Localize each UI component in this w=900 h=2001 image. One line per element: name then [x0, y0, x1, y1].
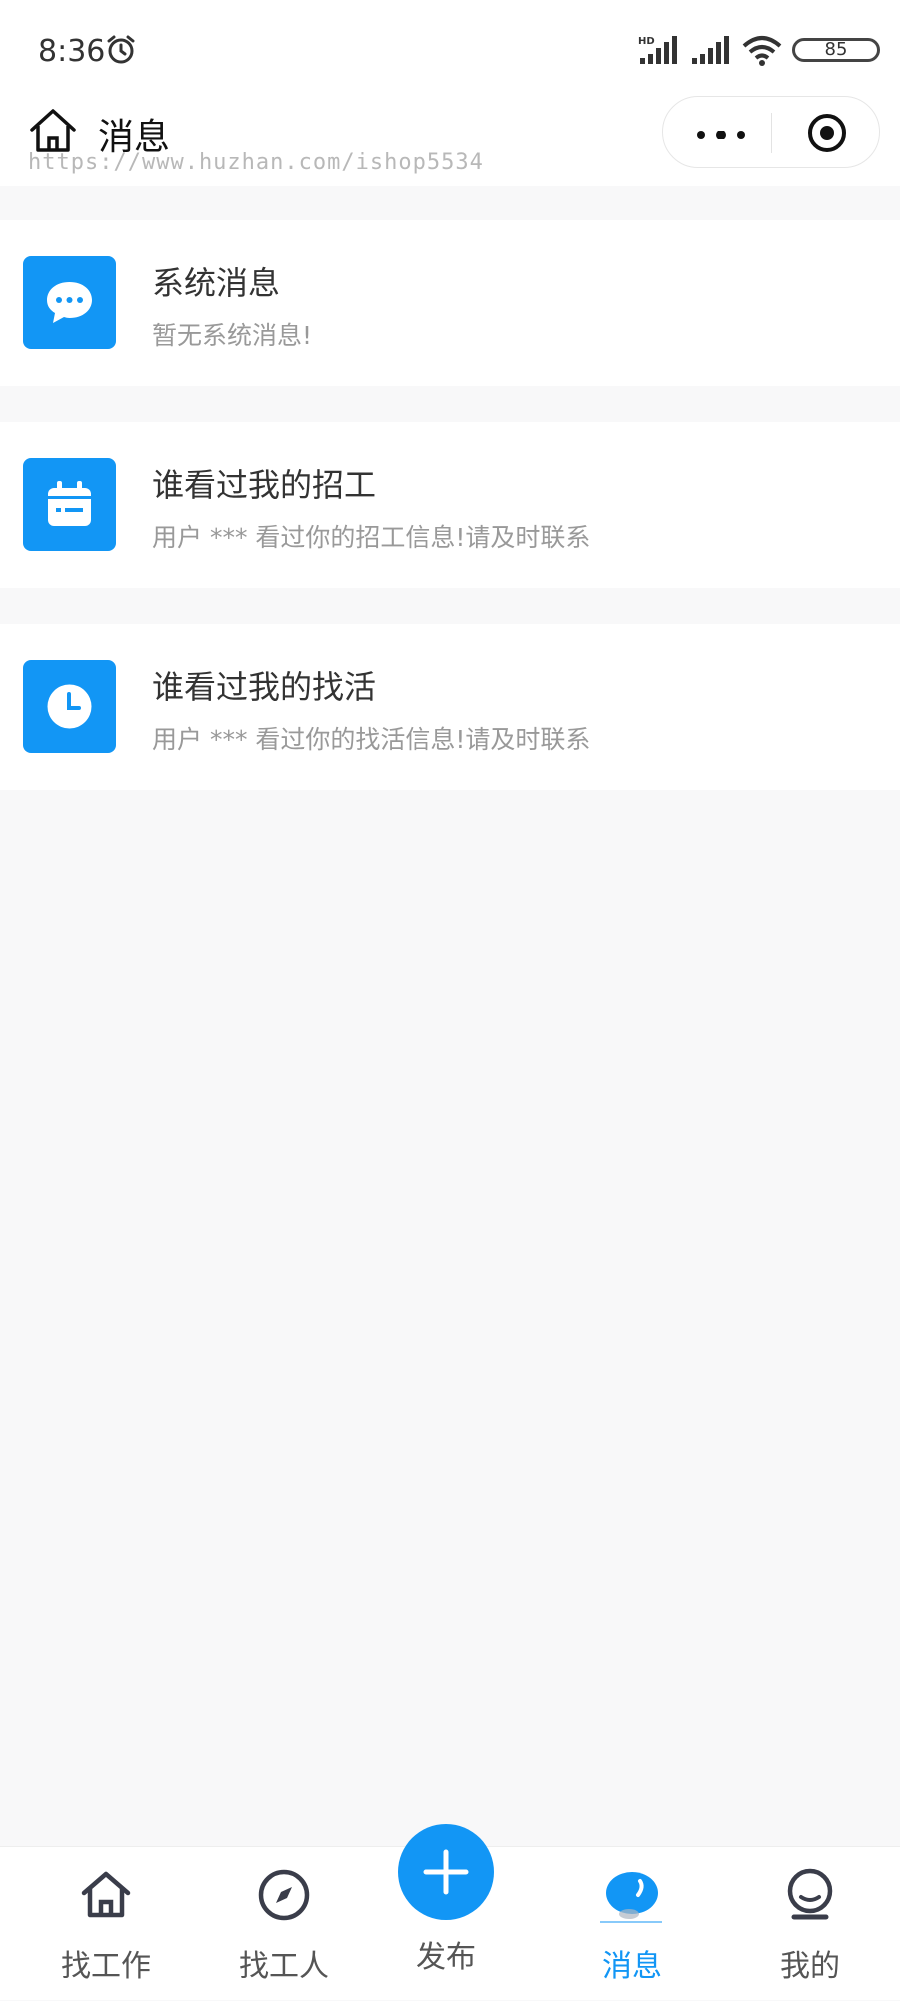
- tab-mine[interactable]: 我的: [740, 1847, 880, 2001]
- message-subtitle: 暂无系统消息!: [152, 321, 313, 350]
- battery-indicator: 85: [792, 38, 880, 62]
- tab-find-worker[interactable]: 找工人: [214, 1847, 354, 2001]
- cellular-signal-icon: [692, 36, 729, 64]
- chat-bubble-icon: [47, 282, 92, 323]
- message-icon-tile: [23, 458, 116, 551]
- message-item-work-views[interactable]: 谁看过我的找活 用户 *** 看过你的找活信息!请及时联系: [0, 624, 900, 790]
- message-subtitle: 用户 *** 看过你的招工信息!请及时联系: [152, 523, 591, 552]
- tab-label: 消息: [602, 1949, 662, 1984]
- calendar-icon: [48, 481, 91, 526]
- status-bar: 8:36 HD 85: [0, 0, 900, 96]
- active-tab-indicator: [600, 1921, 662, 1923]
- user-avatar-icon: [787, 1868, 833, 1920]
- cellular-signal-hd-icon: HD: [638, 36, 677, 64]
- close-target-icon[interactable]: [807, 113, 847, 153]
- compass-icon: [258, 1869, 310, 1921]
- message-item-job-views[interactable]: 谁看过我的招工 用户 *** 看过你的招工信息!请及时联系: [0, 422, 900, 588]
- plus-icon: [423, 1849, 469, 1895]
- tab-label: 找工作: [61, 1949, 151, 1984]
- svg-text:HD: HD: [638, 36, 655, 47]
- message-icon-tile: [23, 660, 116, 753]
- alarm-clock-icon: [107, 35, 135, 64]
- wifi-icon: [742, 36, 782, 66]
- miniapp-capsule: [662, 96, 880, 168]
- home-nav-icon[interactable]: [28, 106, 78, 156]
- message-icon-tile: [23, 256, 116, 349]
- capsule-divider: [771, 113, 772, 153]
- message-item-system[interactable]: 系统消息 暂无系统消息!: [0, 220, 900, 386]
- tab-find-job[interactable]: 找工作: [36, 1847, 176, 2001]
- tab-messages[interactable]: 消息: [562, 1847, 702, 2001]
- tab-label: 我的: [780, 1949, 840, 1984]
- message-title: 系统消息: [152, 264, 281, 302]
- publish-button[interactable]: [398, 1824, 494, 1920]
- watermark-url: https://www.huzhan.com/ishop5534: [28, 150, 484, 175]
- message-bubble-icon: [606, 1872, 658, 1919]
- message-subtitle: 用户 *** 看过你的找活信息!请及时联系: [152, 725, 591, 754]
- publish-label: 发布: [416, 1940, 476, 1975]
- clock-icon: [47, 684, 92, 729]
- message-title: 谁看过我的招工: [152, 466, 377, 504]
- tab-label: 找工人: [239, 1949, 329, 1984]
- message-title: 谁看过我的找活: [152, 668, 377, 706]
- status-time: 8:36: [38, 34, 106, 69]
- more-dots-icon[interactable]: [697, 131, 745, 139]
- home-icon: [81, 1871, 131, 1918]
